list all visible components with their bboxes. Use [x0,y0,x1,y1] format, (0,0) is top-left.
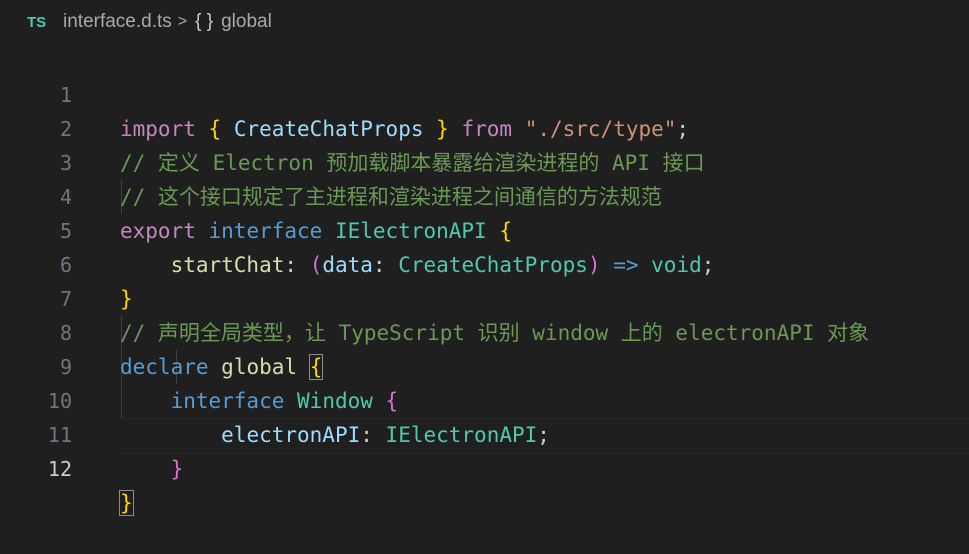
code-line[interactable]: 6 } [0,214,969,311]
code-line[interactable]: 1 import { CreateChatProps } from "./src… [0,44,969,141]
typescript-file-icon: TS [27,13,47,31]
chevron-right-icon: > [177,13,188,30]
breadcrumb-file[interactable]: interface.d.ts [63,11,172,33]
code-line[interactable]: 11 } [0,384,969,481]
code-line[interactable]: 2 // 定义 Electron 预加载脚本暴露给渲染进程的 API 接口 [0,78,969,175]
code-line[interactable]: 9 interface Window { [0,316,969,413]
code-line[interactable]: 3 // 这个接口规定了主进程和渲染进程之间通信的方法规范 [0,112,969,209]
code-line[interactable]: 10 electronAPI: IElectronAPI; [0,350,969,447]
line-number: 12 [47,457,72,481]
code-line[interactable]: 12 } [0,418,969,516]
breadcrumb: TS interface.d.ts > { } global [0,0,969,44]
code-editor[interactable]: 1 import { CreateChatProps } from "./src… [0,44,969,516]
breadcrumb-symbol-global[interactable]: global [221,11,272,33]
code-line[interactable]: 7 // 声明全局类型，让 TypeScript 识别 window 上的 el… [0,248,969,345]
code-line[interactable]: 4 export interface IElectronAPI { [0,146,969,243]
namespace-symbol-icon: { } [195,11,214,32]
code-line[interactable]: 8 declare global { [0,282,969,380]
code-line[interactable]: 5 startChat: (data: CreateChatProps) => … [0,180,969,277]
matched-bracket: } [119,490,134,516]
